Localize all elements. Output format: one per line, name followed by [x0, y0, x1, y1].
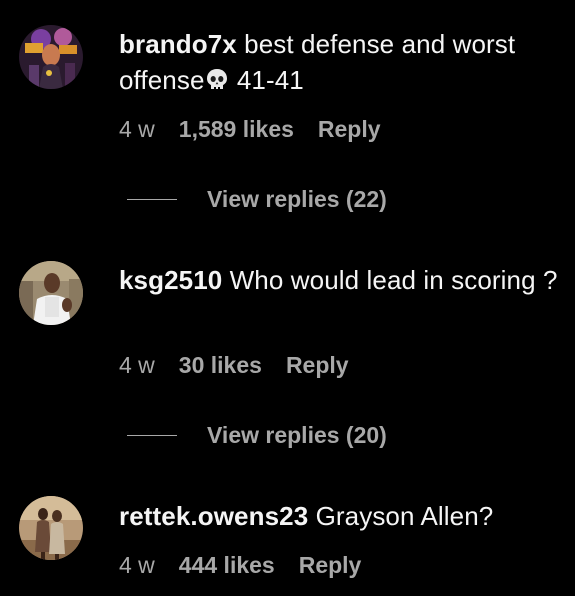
view-replies-button[interactable]: View replies (20)	[127, 420, 387, 450]
comment-meta: 4 w 1,589 likes Reply	[119, 114, 381, 144]
reply-button[interactable]: Reply	[286, 350, 349, 380]
comment-text: ksg2510 Who would lead in scoring ?	[119, 262, 564, 298]
skull-icon	[206, 69, 227, 89]
comment-likes[interactable]: 444 likes	[179, 550, 275, 580]
reply-button[interactable]: Reply	[318, 114, 381, 144]
view-replies-label: View replies (20)	[207, 422, 387, 448]
avatar-image	[19, 25, 83, 89]
comment-body: Grayson Allen?	[315, 501, 494, 531]
comment-meta: 4 w 444 likes Reply	[119, 550, 361, 580]
comment-likes[interactable]: 1,589 likes	[179, 114, 294, 144]
view-replies-button[interactable]: View replies (22)	[127, 184, 387, 214]
comment-body: Who would lead in scoring ?	[229, 265, 558, 295]
comment-likes[interactable]: 30 likes	[179, 350, 262, 380]
replies-divider-line	[127, 434, 177, 436]
comment-text: rettek.owens23 Grayson Allen?	[119, 498, 564, 534]
avatar[interactable]	[19, 496, 83, 560]
comment-timestamp: 4 w	[119, 116, 155, 142]
comment-meta: 4 w 30 likes Reply	[119, 350, 349, 380]
comment-username[interactable]: ksg2510	[119, 265, 222, 295]
comment-username[interactable]: brando7x	[119, 29, 237, 59]
view-replies-label: View replies (22)	[207, 186, 387, 212]
comment-username[interactable]: rettek.owens23	[119, 501, 308, 531]
avatar-image	[19, 261, 83, 325]
comment-timestamp: 4 w	[119, 352, 155, 378]
comment-body-suffix: 41-41	[229, 65, 304, 95]
avatar-image	[19, 496, 83, 560]
comment-text: brando7x best defense and worst offense …	[119, 26, 564, 98]
avatar[interactable]	[19, 25, 83, 89]
replies-divider-line	[127, 198, 177, 200]
comment-timestamp: 4 w	[119, 552, 155, 578]
avatar[interactable]	[19, 261, 83, 325]
reply-button[interactable]: Reply	[299, 550, 362, 580]
